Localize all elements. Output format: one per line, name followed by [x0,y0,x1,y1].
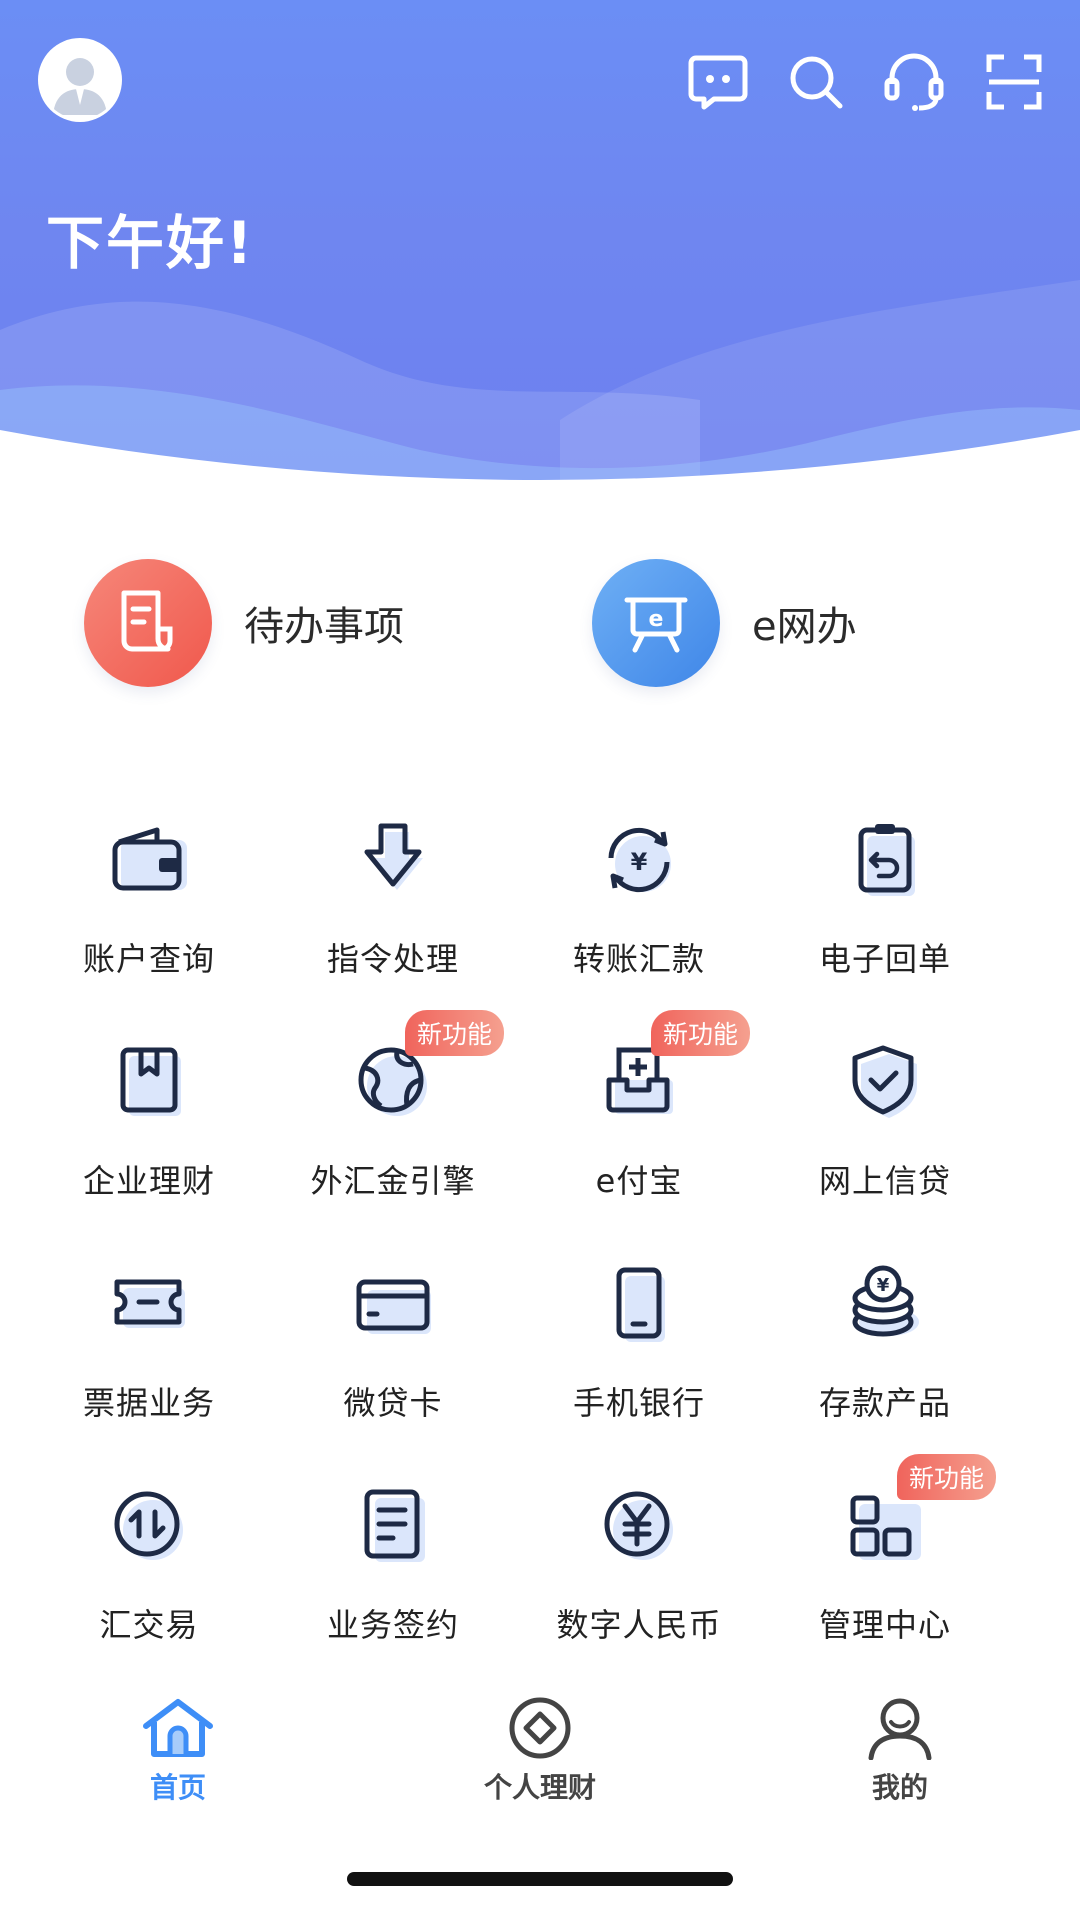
blocks-icon: 新功能 [835,1454,997,1576]
tab-label: 个人理财 [483,1771,596,1804]
swap-arrows-icon [99,1476,199,1576]
service-business-signing[interactable]: 业务签约 [270,1476,516,1676]
service-enterprise-wealth[interactable]: 企业理财 [26,1032,272,1232]
service-account-query[interactable]: 账户查询 [26,810,272,1010]
diamond-circle-icon [509,1697,571,1759]
tab-label: 我的 [871,1771,928,1804]
scan-icon[interactable] [980,48,1048,116]
tab-home[interactable]: 首页 [78,1696,278,1806]
service-transfer[interactable]: ¥ 转账汇款 [516,810,762,1010]
svg-text:¥: ¥ [877,1275,890,1296]
service-label: 网上信贷 [818,1162,951,1200]
service-mobile-banking[interactable]: 手机银行 [516,1254,762,1454]
e-wangban-button[interactable]: e e网办 [592,558,857,688]
svg-text:¥: ¥ [631,848,648,876]
service-label: 数字人民币 [556,1606,722,1644]
yuan-exchange-icon: ¥ [589,810,689,910]
service-label: 指令处理 [326,940,459,978]
globe-icon: 新功能 [343,1010,505,1132]
header-banner: 下午好! [0,0,1080,520]
service-management-center[interactable]: 新功能 管理中心 [762,1454,1008,1676]
service-label: 企业理财 [82,1162,215,1200]
document-lines-icon [343,1476,443,1576]
document-icon [84,559,212,687]
tab-mine[interactable]: 我的 [800,1696,1000,1806]
service-label: 汇交易 [99,1606,199,1644]
chat-icon[interactable] [684,48,752,116]
service-fx-engine[interactable]: 新功能 外汇金引擎 [270,1010,516,1232]
service-label: 转账汇款 [572,940,705,978]
service-label: 账户查询 [82,940,215,978]
e-board-icon: e [592,559,720,687]
avatar[interactable] [38,38,122,122]
customer-service-icon[interactable] [880,48,948,116]
service-label: 存款产品 [818,1384,951,1422]
service-instruction-processing[interactable]: 指令处理 [270,810,516,1010]
home-indicator [347,1872,733,1886]
service-e-pay[interactable]: 新功能 e付宝 [516,1010,762,1232]
todo-items-label: 待办事项 [244,604,404,650]
coin-stack-icon: ¥ [835,1254,935,1354]
bottom-tab-bar: 首页 个人理财 我的 [0,1676,1080,1826]
service-fx-trade[interactable]: 汇交易 [26,1476,272,1676]
shield-check-icon [835,1032,935,1132]
service-digital-rmb[interactable]: 数字人民币 [516,1476,762,1676]
e-wangban-label: e网办 [752,604,857,650]
new-feature-badge: 新功能 [405,1010,505,1056]
tab-personal-wealth[interactable]: 个人理财 [440,1696,640,1806]
clipboard-return-icon [835,810,935,910]
service-label: 电子回单 [818,940,951,978]
service-label: 管理中心 [818,1606,951,1644]
service-label: e付宝 [595,1162,683,1200]
ticket-icon [99,1254,199,1354]
svg-text:e: e [649,607,664,632]
phone-icon [589,1254,689,1354]
user-avatar-icon [53,58,107,115]
home-icon [143,1699,213,1757]
inbox-icon: 新功能 [589,1010,751,1132]
card-icon [343,1254,443,1354]
todo-items-button[interactable]: 待办事项 [84,558,404,688]
service-label: 微贷卡 [343,1384,443,1422]
service-online-credit[interactable]: 网上信贷 [762,1032,1008,1232]
service-micro-loan-card[interactable]: 微贷卡 [270,1254,516,1454]
new-feature-badge: 新功能 [897,1454,997,1500]
digital-yuan-icon [589,1476,689,1576]
search-icon[interactable] [782,48,850,116]
service-e-receipt[interactable]: 电子回单 [762,810,1008,1010]
service-deposit-products[interactable]: ¥ 存款产品 [762,1254,1008,1454]
service-label: 手机银行 [572,1384,705,1422]
bookmark-book-icon [99,1032,199,1132]
service-label: 业务签约 [326,1606,459,1644]
service-label: 外汇金引擎 [310,1162,476,1200]
down-arrow-icon [343,810,443,910]
person-icon [868,1698,932,1760]
wallet-icon [99,810,199,910]
service-label: 票据业务 [82,1384,215,1422]
new-feature-badge: 新功能 [651,1010,751,1056]
service-bill-business[interactable]: 票据业务 [26,1254,272,1454]
greeting-text: 下午好! [46,209,255,277]
tab-label: 首页 [149,1771,206,1804]
